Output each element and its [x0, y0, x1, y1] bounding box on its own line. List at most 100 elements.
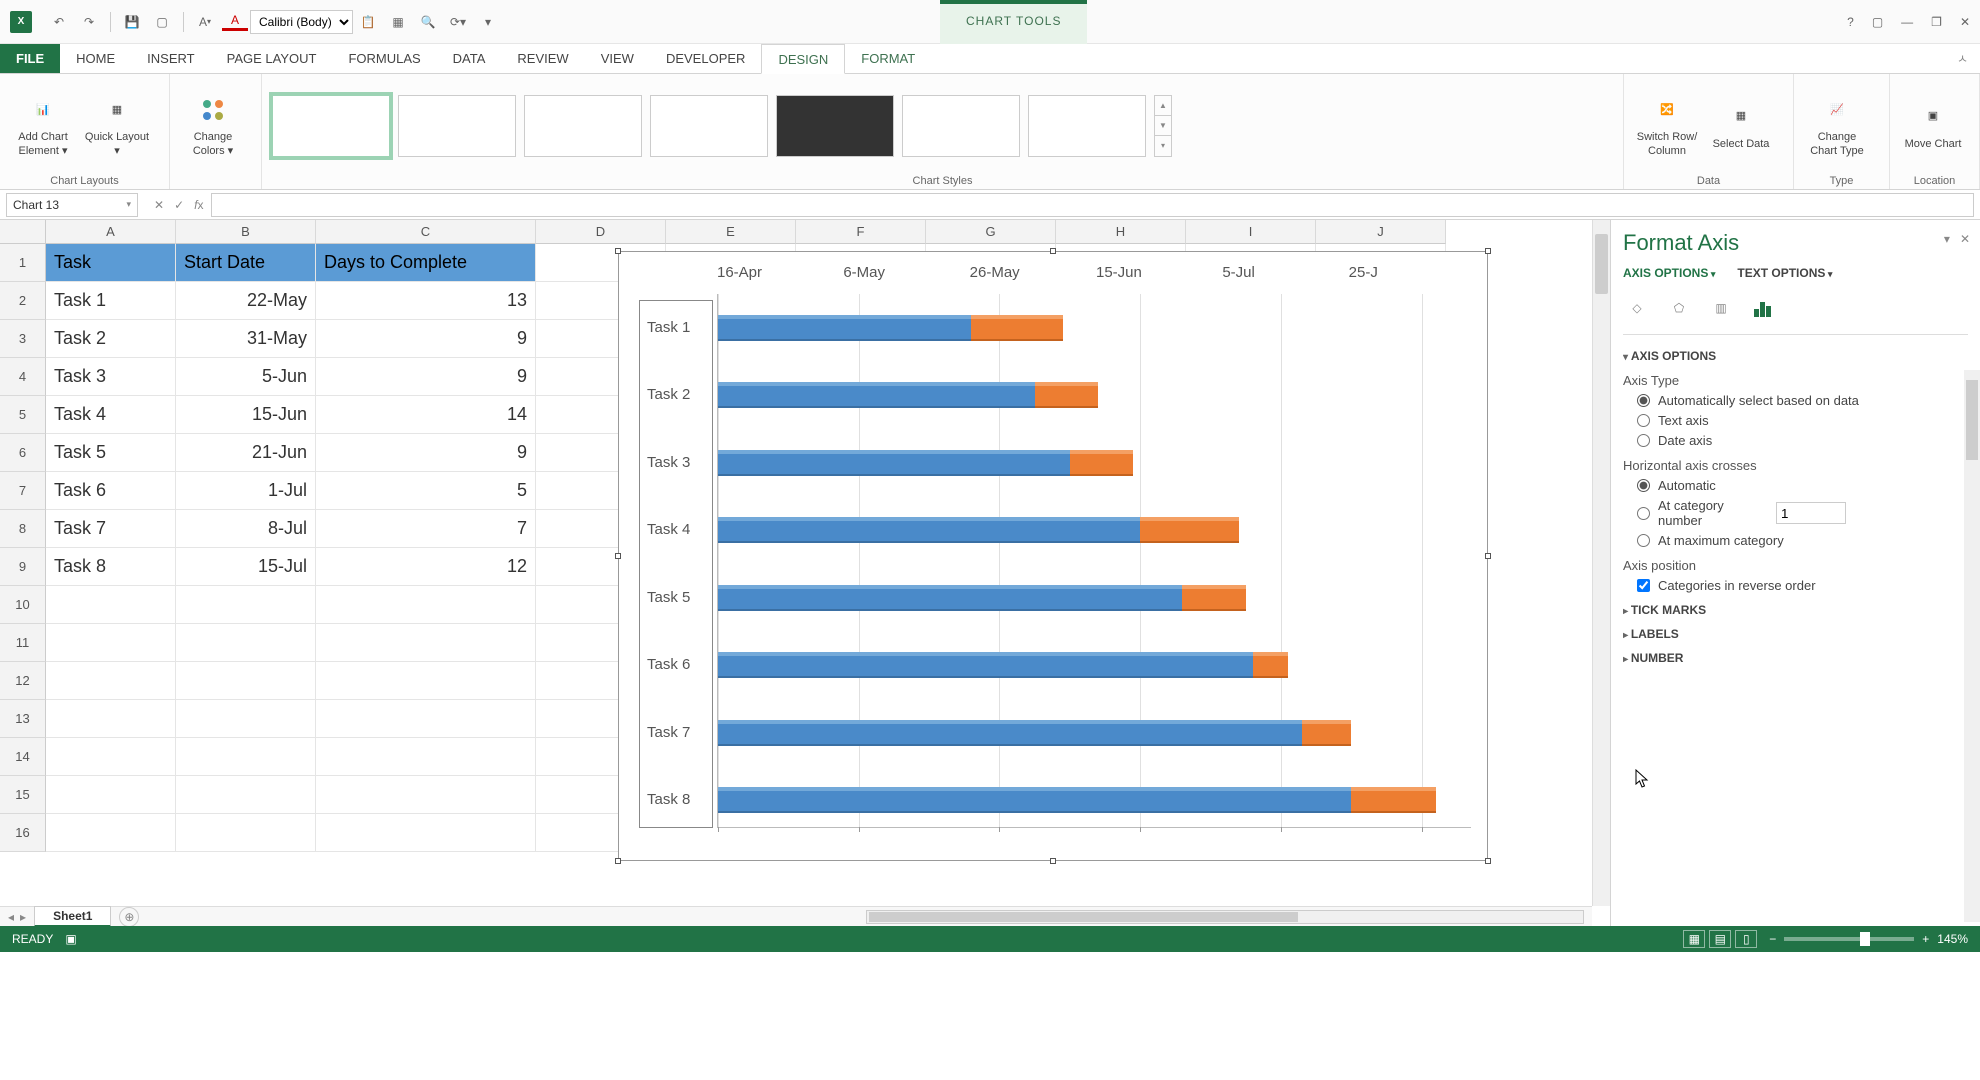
- tab-page-layout[interactable]: PAGE LAYOUT: [211, 44, 333, 73]
- column-header[interactable]: G: [926, 220, 1056, 244]
- cell[interactable]: Task 6: [46, 472, 176, 510]
- qat-button[interactable]: ▦: [385, 9, 411, 35]
- cell[interactable]: [176, 700, 316, 738]
- chart-style-thumb[interactable]: [902, 95, 1020, 157]
- cell[interactable]: 5-Jun: [176, 358, 316, 396]
- cell[interactable]: Task: [46, 244, 176, 282]
- zoom-level[interactable]: 145%: [1937, 932, 1968, 946]
- vertical-scrollbar[interactable]: [1592, 220, 1610, 906]
- cell[interactable]: 14: [316, 396, 536, 434]
- font-family-select[interactable]: Calibri (Body): [250, 10, 353, 34]
- column-header[interactable]: J: [1316, 220, 1446, 244]
- cell[interactable]: [46, 662, 176, 700]
- tab-format[interactable]: FORMAT: [845, 44, 931, 73]
- radio-axis-type-date[interactable]: Date axis: [1637, 433, 1964, 448]
- row-header[interactable]: 13: [0, 700, 46, 738]
- radio-crosses-auto[interactable]: Automatic: [1637, 478, 1964, 493]
- radio-axis-type-auto[interactable]: Automatically select based on data: [1637, 393, 1964, 408]
- chart-object[interactable]: 16-Apr6-May26-May15-Jun5-Jul25-J Task 1T…: [618, 251, 1488, 861]
- radio-crosses-category-number[interactable]: At category number: [1637, 498, 1964, 528]
- restore-button[interactable]: ❐: [1931, 15, 1942, 29]
- cell[interactable]: 5: [316, 472, 536, 510]
- size-properties-icon[interactable]: ▥: [1707, 294, 1735, 322]
- chart-bar[interactable]: [718, 585, 1246, 611]
- chart-plot-area[interactable]: [717, 294, 1471, 828]
- macro-record-icon[interactable]: ▣: [65, 932, 76, 946]
- pane-options-button[interactable]: ▾: [1944, 232, 1950, 246]
- zoom-control[interactable]: − + 145%: [1769, 932, 1968, 946]
- chart-bar[interactable]: [718, 450, 1133, 476]
- worksheet-area[interactable]: ABCDEFGHIJ 1TaskStart DateDays to Comple…: [0, 220, 1610, 926]
- add-chart-element-button[interactable]: 📊Add Chart Element ▾: [10, 93, 76, 157]
- row-header[interactable]: 3: [0, 320, 46, 358]
- column-header[interactable]: A: [46, 220, 176, 244]
- cancel-formula-icon[interactable]: ✕: [154, 198, 164, 212]
- ribbon-display-button[interactable]: ▢: [1872, 15, 1883, 29]
- column-header[interactable]: D: [536, 220, 666, 244]
- help-button[interactable]: ?: [1847, 15, 1854, 29]
- minimize-button[interactable]: —: [1901, 15, 1913, 29]
- cell[interactable]: [316, 738, 536, 776]
- cell[interactable]: 8-Jul: [176, 510, 316, 548]
- row-header[interactable]: 15: [0, 776, 46, 814]
- view-page-layout-button[interactable]: ▤: [1709, 930, 1731, 948]
- tab-data[interactable]: DATA: [437, 44, 502, 73]
- qat-button[interactable]: 🔍: [415, 9, 441, 35]
- chart-style-thumb[interactable]: [524, 95, 642, 157]
- effects-icon[interactable]: ⬠: [1665, 294, 1693, 322]
- chart-bar[interactable]: [718, 517, 1239, 543]
- row-header[interactable]: 11: [0, 624, 46, 662]
- cell[interactable]: Task 5: [46, 434, 176, 472]
- row-header[interactable]: 8: [0, 510, 46, 548]
- cell[interactable]: [176, 738, 316, 776]
- row-header[interactable]: 7: [0, 472, 46, 510]
- close-button[interactable]: ✕: [1960, 15, 1970, 29]
- fill-line-icon[interactable]: ◇: [1623, 294, 1651, 322]
- tab-home[interactable]: HOME: [60, 44, 131, 73]
- cell[interactable]: 15-Jun: [176, 396, 316, 434]
- zoom-in-button[interactable]: +: [1922, 932, 1929, 946]
- cell[interactable]: [46, 624, 176, 662]
- tab-file[interactable]: FILE: [0, 44, 60, 73]
- radio-axis-type-text[interactable]: Text axis: [1637, 413, 1964, 428]
- zoom-out-button[interactable]: −: [1769, 932, 1776, 946]
- axis-options-icon[interactable]: [1749, 294, 1777, 322]
- sheet-nav[interactable]: ◂▸: [0, 910, 34, 924]
- quick-layout-button[interactable]: ▦Quick Layout ▾: [84, 93, 150, 157]
- cell[interactable]: [316, 586, 536, 624]
- cell[interactable]: [46, 738, 176, 776]
- column-header[interactable]: E: [666, 220, 796, 244]
- cell[interactable]: Task 1: [46, 282, 176, 320]
- sheet-tab[interactable]: Sheet1: [34, 906, 111, 926]
- qat-button[interactable]: 📋: [355, 9, 381, 35]
- cell[interactable]: [176, 662, 316, 700]
- row-header[interactable]: 12: [0, 662, 46, 700]
- row-header[interactable]: 10: [0, 586, 46, 624]
- undo-button[interactable]: ↶: [46, 9, 72, 35]
- chart-x-axis[interactable]: 16-Apr6-May26-May15-Jun5-Jul25-J: [717, 264, 1475, 281]
- pane-tab-axis-options[interactable]: AXIS OPTIONS: [1623, 266, 1715, 280]
- chart-bar[interactable]: [718, 720, 1351, 746]
- view-page-break-button[interactable]: ▯: [1735, 930, 1757, 948]
- column-header[interactable]: I: [1186, 220, 1316, 244]
- view-normal-button[interactable]: ▦: [1683, 930, 1705, 948]
- cell[interactable]: 21-Jun: [176, 434, 316, 472]
- qat-button[interactable]: ⟳▾: [445, 9, 471, 35]
- column-header[interactable]: H: [1056, 220, 1186, 244]
- save-button[interactable]: 💾: [119, 9, 145, 35]
- row-header[interactable]: 16: [0, 814, 46, 852]
- column-headers[interactable]: ABCDEFGHIJ: [46, 220, 1610, 244]
- chart-bar[interactable]: [718, 382, 1098, 408]
- cell[interactable]: [46, 814, 176, 852]
- tab-formulas[interactable]: FORMULAS: [332, 44, 436, 73]
- tab-view[interactable]: VIEW: [585, 44, 650, 73]
- cell[interactable]: [176, 586, 316, 624]
- fx-icon[interactable]: fx: [194, 198, 203, 212]
- redo-button[interactable]: ↷: [76, 9, 102, 35]
- collapse-ribbon-button[interactable]: ㅅ: [1945, 44, 1980, 73]
- tab-insert[interactable]: INSERT: [131, 44, 210, 73]
- cell[interactable]: 15-Jul: [176, 548, 316, 586]
- section-labels[interactable]: LABELS: [1623, 627, 1964, 641]
- select-all-button[interactable]: [0, 220, 46, 244]
- chart-style-thumb[interactable]: [398, 95, 516, 157]
